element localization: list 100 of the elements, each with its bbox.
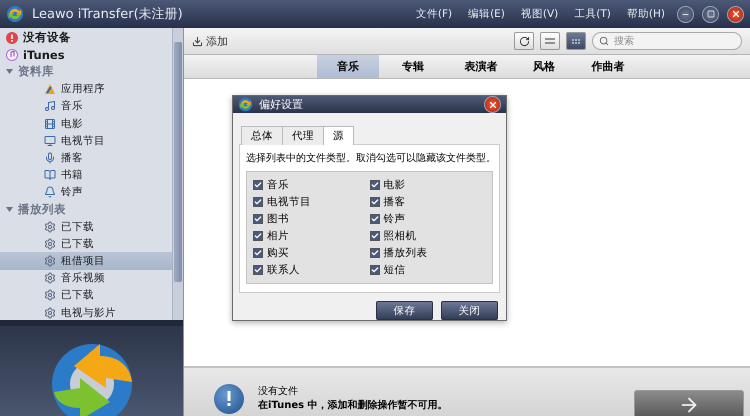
option-label: 铃声 — [384, 212, 406, 226]
sidebar-label: 应用程序 — [61, 82, 105, 96]
sidebar-item[interactable]: 书籍 — [0, 166, 172, 184]
exclamation-icon — [227, 391, 231, 407]
checkbox[interactable] — [370, 180, 380, 190]
checkbox[interactable] — [253, 231, 263, 241]
dialog-tab[interactable]: 代理 — [282, 126, 324, 145]
sidebar-item[interactable]: 已下载 — [0, 235, 172, 252]
checkbox[interactable] — [253, 197, 263, 207]
checkbox[interactable] — [370, 197, 380, 207]
option-label: 播放列表 — [384, 246, 428, 260]
sidebar-item[interactable]: 已下载 — [0, 218, 172, 236]
group-label: 资料库 — [18, 64, 54, 80]
add-button[interactable]: 添加 — [192, 34, 228, 48]
option-label: 联系人 — [267, 263, 300, 277]
hint-text: 选择列表中的文件类型。取消勾选可以隐藏该文件类型。 — [246, 152, 493, 165]
sidebar-group[interactable]: 资料库 — [0, 63, 172, 81]
dialog-tab[interactable]: 源 — [323, 126, 354, 145]
sidebar-item[interactable]: 铃声 — [0, 184, 172, 201]
sidebar-item[interactable]: iTunes — [0, 46, 172, 64]
option-label: 照相机 — [384, 229, 416, 243]
sidebar-item[interactable]: 租借项目 — [0, 252, 172, 270]
menu-item[interactable]: 编辑(E) — [464, 7, 509, 21]
checkbox[interactable] — [253, 180, 263, 190]
checkbox[interactable] — [370, 248, 380, 258]
checkbox[interactable] — [253, 248, 263, 258]
close-button[interactable] — [484, 96, 501, 113]
checkbox[interactable] — [253, 214, 263, 224]
menu-item[interactable]: 文件(F) — [412, 7, 456, 21]
column-header[interactable]: 表演者 — [447, 55, 515, 78]
close-icon — [488, 100, 498, 110]
option-label: 购买 — [267, 246, 289, 260]
expand-triangle-icon[interactable] — [6, 206, 13, 213]
column-header[interactable]: 专辑 — [379, 55, 447, 78]
app-tools-icon — [44, 83, 56, 96]
music-icon — [44, 100, 56, 112]
checkbox[interactable] — [370, 231, 380, 241]
checkmark-icon — [254, 198, 262, 206]
sidebar-item[interactable]: 没有设备 — [0, 29, 172, 46]
column-header[interactable]: 音乐 — [317, 55, 379, 78]
menu-item[interactable]: 帮助(H) — [622, 7, 669, 21]
sidebar-item[interactable]: 音乐视频 — [0, 270, 172, 287]
option-label: 音乐 — [267, 178, 289, 192]
checkmark-icon — [254, 266, 262, 274]
maximize-icon — [706, 10, 714, 18]
ringtone-icon — [44, 186, 56, 198]
movie-icon — [44, 118, 56, 130]
sidebar-label: 电视与影片 — [61, 306, 116, 320]
warning-icon — [6, 32, 18, 44]
close-dialog-button[interactable]: 关闭 — [441, 301, 498, 320]
expand-triangle-icon[interactable] — [6, 68, 13, 76]
close-button[interactable] — [727, 6, 744, 22]
checkmark-icon — [254, 215, 262, 223]
sidebar-item[interactable]: 电影 — [0, 114, 172, 132]
sidebar-item[interactable]: 应用程序 — [0, 80, 172, 98]
sidebar-item[interactable]: 已下载 — [0, 286, 172, 304]
menu-item[interactable]: 工具(T) — [570, 7, 615, 21]
maximize-button[interactable] — [702, 6, 719, 22]
column-header[interactable]: 风格 — [515, 55, 573, 78]
search-box[interactable]: 搜索 — [592, 32, 742, 50]
refresh-button[interactable] — [514, 32, 534, 50]
next-button[interactable] — [634, 390, 744, 416]
sidebar-label: 书籍 — [61, 168, 83, 182]
dialog-title: 偏好设置 — [259, 97, 304, 112]
dialog-tab[interactable]: 总体 — [241, 126, 283, 145]
option-label: 电影 — [384, 178, 406, 192]
download-icon — [192, 36, 203, 46]
tv-icon — [44, 134, 56, 147]
grid-view-button[interactable] — [566, 32, 586, 50]
gear-icon — [44, 272, 56, 284]
status-message: 在iTunes 中，添加和删除操作暂不可用。 — [258, 398, 448, 412]
scrollbar[interactable] — [172, 28, 183, 320]
minimize-button[interactable] — [677, 6, 694, 22]
checkmark-icon — [370, 249, 378, 257]
sidebar-item[interactable]: 电视节目 — [0, 132, 172, 150]
search-field[interactable]: 搜索 — [612, 34, 722, 48]
save-button[interactable]: 保存 — [376, 301, 433, 320]
sidebar-label: 没有设备 — [23, 30, 71, 46]
option-label: 图书 — [267, 212, 289, 226]
sidebar-label: 音乐 — [61, 99, 83, 114]
close-icon — [730, 9, 740, 19]
checkbox[interactable] — [370, 214, 380, 224]
gear-icon — [44, 255, 56, 268]
sidebar-label: 铃声 — [61, 185, 83, 200]
checkmark-icon — [254, 181, 262, 189]
sidebar-label: 播客 — [61, 150, 83, 165]
sidebar-group[interactable]: 播放列表 — [0, 200, 172, 218]
list-view-button[interactable] — [540, 32, 560, 50]
window-title: Leawo iTransfer(未注册) — [32, 6, 184, 23]
option-label: 短信 — [384, 263, 406, 277]
sidebar-label: 已下载 — [61, 236, 94, 251]
sidebar-item[interactable]: 播客 — [0, 149, 172, 166]
sidebar-item[interactable]: 音乐 — [0, 98, 172, 115]
podcast-icon — [44, 152, 56, 164]
refresh-icon — [518, 36, 530, 46]
checkbox[interactable] — [370, 265, 380, 275]
sidebar-item[interactable]: 电视与影片 — [0, 304, 172, 320]
menu-item[interactable]: 视图(V) — [516, 7, 562, 21]
column-header[interactable]: 作曲者 — [573, 55, 643, 78]
checkbox[interactable] — [253, 265, 263, 275]
